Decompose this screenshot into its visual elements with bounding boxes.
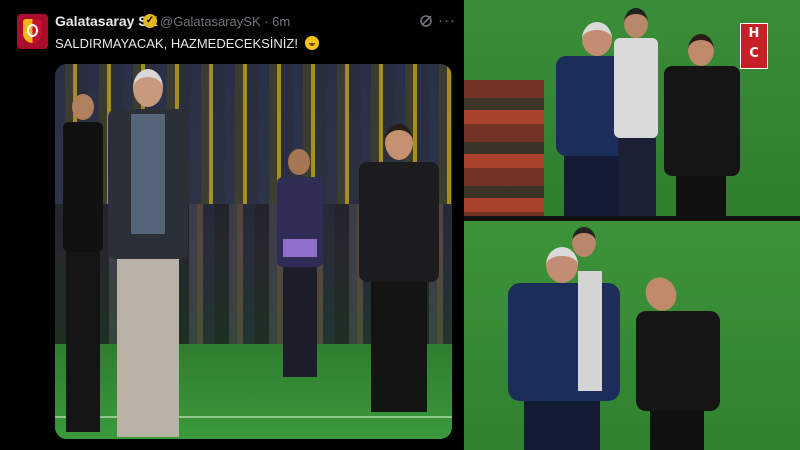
tweet-text: SALDIRMAYACAK, HAZMEDECEKSİNİZ! (55, 36, 319, 51)
photo-figure-coach-left (103, 69, 193, 439)
tweet-panel: Galatasaray SK ✓ @GalatasaraySK · 6m ···… (0, 0, 462, 450)
face-with-open-mouth-emoji-icon (304, 36, 319, 50)
photo-figure-background-staff (273, 149, 327, 379)
avatar[interactable] (17, 14, 48, 49)
watermark-logo: HC (740, 23, 768, 69)
photo-figure-official (60, 94, 106, 434)
more-options-icon[interactable]: ··· (438, 12, 456, 29)
grok-icon[interactable] (419, 14, 433, 28)
photo-figure-coach-right (355, 124, 443, 414)
tweet-text-content: SALDIRMAYACAK, HAZMEDECEKSİNİZ! (55, 36, 298, 51)
watermark-logo-letter: H (748, 26, 760, 41)
news-photo-bottom[interactable] (464, 221, 800, 450)
photo-figure-staff-white-vest (610, 8, 662, 216)
handle-and-timestamp[interactable]: @GalatasaraySK · 6m (160, 14, 290, 29)
photo-figure-staff-white-vest (564, 227, 604, 450)
verified-badge-icon: ✓ (143, 14, 157, 28)
watermark-logo-letter: C (749, 46, 759, 61)
photo-figure-coach-black-suit (632, 272, 728, 450)
photo-figure-coach-black-suit (662, 34, 742, 216)
tweet-photo[interactable] (55, 64, 452, 439)
watermark-logo-text: HC (741, 24, 767, 64)
